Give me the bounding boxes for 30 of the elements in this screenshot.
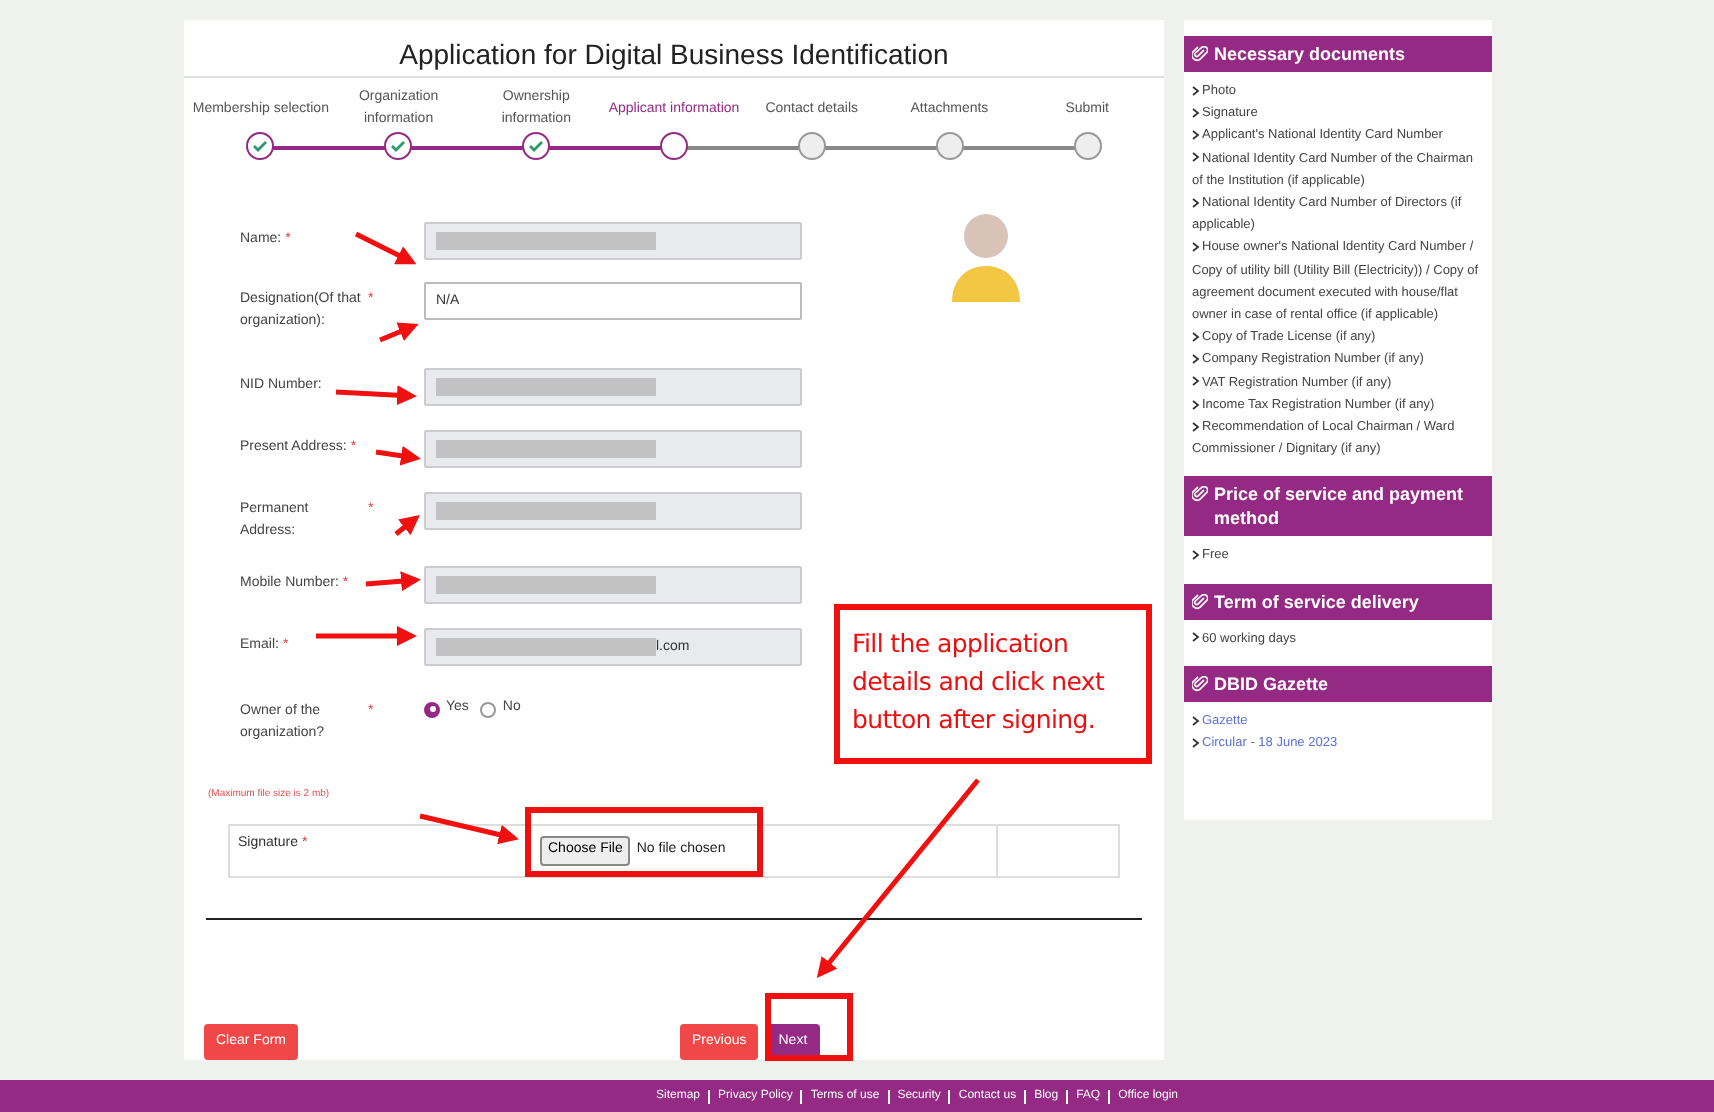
section-header: Price of service and payment method	[1184, 476, 1492, 537]
annotation-arrow	[335, 385, 417, 406]
annotation-arrow	[365, 571, 421, 592]
page-title: Application for Digital Business Identification	[184, 20, 1164, 78]
step-indicator[interactable]	[246, 132, 275, 160]
section-header: DBID Gazette	[1184, 665, 1492, 702]
chevron-icon	[1192, 196, 1202, 211]
annotation-arrow	[419, 813, 519, 845]
chevron-icon	[1192, 631, 1202, 646]
annotation-arrow	[375, 445, 421, 466]
paperclip-icon	[1192, 486, 1208, 503]
callout-text: Fill the application details and click next button after signing.	[852, 626, 1107, 738]
step-indicator[interactable]	[660, 132, 688, 160]
paperclip-icon	[1192, 675, 1208, 692]
annotation-arrow	[316, 626, 417, 646]
chevron-icon	[1192, 240, 1202, 255]
annotation-arrow	[379, 322, 419, 343]
check-icon	[252, 140, 269, 152]
annotation-arrow	[354, 231, 417, 265]
section-header: Necessary documents	[1184, 36, 1492, 72]
section-header: Term of service delivery	[1184, 583, 1492, 620]
highlight-frame	[765, 993, 853, 1061]
paperclip-icon	[1192, 593, 1208, 610]
step-indicator[interactable]	[522, 132, 551, 160]
chevron-icon	[1192, 548, 1202, 563]
paperclip-icon	[1192, 46, 1208, 62]
step-indicator[interactable]	[384, 132, 413, 160]
check-icon	[390, 140, 407, 152]
annotation-arrow	[394, 514, 420, 536]
check-icon	[528, 140, 545, 152]
